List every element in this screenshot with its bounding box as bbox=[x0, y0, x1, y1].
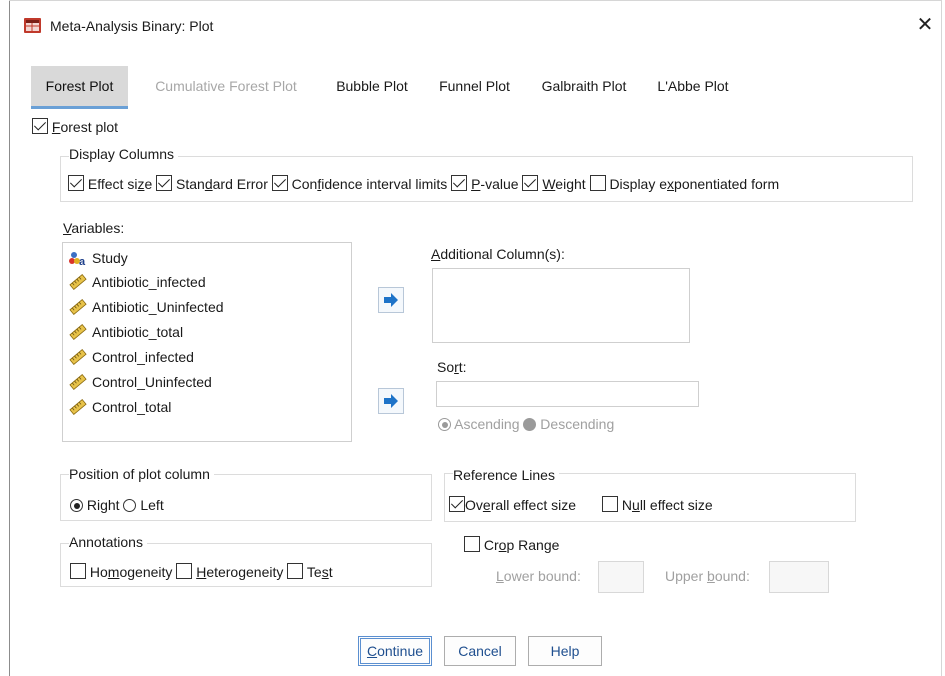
arrow-right-icon bbox=[384, 394, 398, 408]
crop-range-checkbox[interactable]: Crop Range bbox=[464, 536, 559, 553]
tab-labbe-plot[interactable]: L'Abbe Plot bbox=[645, 66, 741, 106]
sort-field[interactable] bbox=[436, 381, 699, 407]
left-radio[interactable]: Left bbox=[123, 497, 164, 513]
help-button[interactable]: Help bbox=[528, 636, 602, 666]
null-effect-size-checkbox[interactable]: Null effect size bbox=[602, 496, 713, 513]
variables-label: Variables: bbox=[63, 220, 125, 236]
tab-bubble-plot[interactable]: Bubble Plot bbox=[322, 66, 422, 106]
overall-effect-size-checkbox[interactable]: Overall effect size bbox=[449, 496, 576, 513]
dialog-left-edge bbox=[9, 0, 10, 676]
tab-labbe-plot-label: L'Abbe Plot bbox=[657, 78, 729, 94]
sort-label: Sort: bbox=[437, 359, 467, 375]
forest-plot-checkbox-label: Forest plot bbox=[51, 119, 119, 135]
cancel-button[interactable]: Cancel bbox=[444, 636, 516, 666]
annotations-options: Homogeneity Heterogeneity Test bbox=[70, 563, 333, 580]
scale-ruler-icon bbox=[68, 323, 88, 341]
tab-forest-plot[interactable]: Forest Plot bbox=[31, 66, 128, 109]
dialog-top-edge bbox=[9, 0, 941, 1]
close-icon[interactable]: ✕ bbox=[910, 10, 940, 40]
right-radio[interactable]: Right bbox=[70, 497, 120, 513]
tab-forest-plot-label: Forest Plot bbox=[45, 78, 114, 94]
display-columns-group-label: Display Columns bbox=[69, 146, 179, 162]
homogeneity-checkbox[interactable]: Homogeneity bbox=[70, 563, 172, 580]
display-exponentiated-form-checkbox[interactable]: Display exponentiated form bbox=[589, 175, 779, 192]
test-checkbox[interactable]: Test bbox=[287, 563, 333, 580]
list-item-control-uninfected[interactable]: Control_Uninfected bbox=[68, 370, 212, 394]
additional-columns-label: Additional Column(s): bbox=[431, 246, 565, 262]
scale-ruler-icon bbox=[68, 348, 88, 366]
upper-bound-label: Upper bound: bbox=[665, 568, 750, 584]
tab-galbraith-plot[interactable]: Galbraith Plot bbox=[529, 66, 639, 106]
move-to-sort-button[interactable] bbox=[378, 388, 404, 414]
descending-radio[interactable]: Descending bbox=[523, 416, 614, 432]
tab-bubble-plot-label: Bubble Plot bbox=[336, 78, 408, 94]
window-title: Meta-Analysis Binary: Plot bbox=[50, 18, 214, 34]
position-of-plot-column-label: Position of plot column bbox=[69, 466, 214, 482]
dialog-right-edge bbox=[941, 0, 942, 676]
plot-column-position-radios: Right Left bbox=[70, 497, 164, 513]
move-to-additional-columns-button[interactable] bbox=[378, 287, 404, 313]
app-icon bbox=[23, 16, 43, 36]
tab-funnel-plot-label: Funnel Plot bbox=[439, 78, 510, 94]
list-item-antibiotic-total[interactable]: Antibiotic_total bbox=[68, 320, 183, 344]
reference-lines-label: Reference Lines bbox=[453, 467, 559, 483]
variables-listbox[interactable]: a Study Antibiotic_infected Antibiotic_U… bbox=[62, 242, 352, 442]
effect-size-checkbox[interactable]: Effect size bbox=[68, 175, 152, 192]
arrow-right-icon bbox=[384, 293, 398, 307]
weight-checkbox[interactable]: Weight bbox=[522, 175, 586, 192]
tab-galbraith-plot-label: Galbraith Plot bbox=[541, 78, 627, 94]
display-columns-options: Effect size Standard Error Confidence in… bbox=[68, 175, 779, 192]
scale-ruler-icon bbox=[68, 373, 88, 391]
list-item-control-total[interactable]: Control_total bbox=[68, 395, 171, 419]
list-item-control-infected[interactable]: Control_infected bbox=[68, 345, 194, 369]
lower-bound-label: Lower bound: bbox=[496, 568, 581, 584]
forest-plot-checkbox-box[interactable] bbox=[32, 118, 48, 134]
confidence-interval-limits-checkbox[interactable]: Confidence interval limits bbox=[271, 175, 447, 192]
forest-plot-checkbox[interactable]: Forest plot bbox=[32, 118, 118, 135]
upper-bound-field[interactable] bbox=[769, 561, 829, 593]
additional-columns-listbox[interactable] bbox=[432, 268, 690, 343]
heterogeneity-checkbox[interactable]: Heterogeneity bbox=[176, 563, 283, 580]
continue-button[interactable]: Continue bbox=[358, 636, 432, 666]
annotations-label: Annotations bbox=[69, 534, 147, 550]
active-tab-indicator bbox=[31, 106, 128, 109]
svg-text:a: a bbox=[79, 256, 86, 266]
list-item-study[interactable]: a Study bbox=[68, 246, 128, 270]
tab-funnel-plot[interactable]: Funnel Plot bbox=[427, 66, 522, 106]
scale-ruler-icon bbox=[68, 273, 88, 291]
scale-ruler-icon bbox=[68, 298, 88, 316]
list-item-antibiotic-infected[interactable]: Antibiotic_infected bbox=[68, 270, 206, 294]
lower-bound-field[interactable] bbox=[598, 561, 644, 593]
sort-order-radios: Ascending Descending bbox=[438, 416, 614, 432]
list-item-antibiotic-uninfected[interactable]: Antibiotic_Uninfected bbox=[68, 295, 224, 319]
nominal-string-icon: a bbox=[68, 249, 88, 268]
scale-ruler-icon bbox=[68, 398, 88, 416]
p-value-checkbox[interactable]: P-value bbox=[451, 175, 519, 192]
tab-cumulative-forest-plot[interactable]: Cumulative Forest Plot bbox=[137, 66, 315, 106]
ascending-radio[interactable]: Ascending bbox=[438, 416, 520, 432]
tab-cumulative-forest-plot-label: Cumulative Forest Plot bbox=[155, 78, 297, 94]
standard-error-checkbox[interactable]: Standard Error bbox=[156, 175, 268, 192]
